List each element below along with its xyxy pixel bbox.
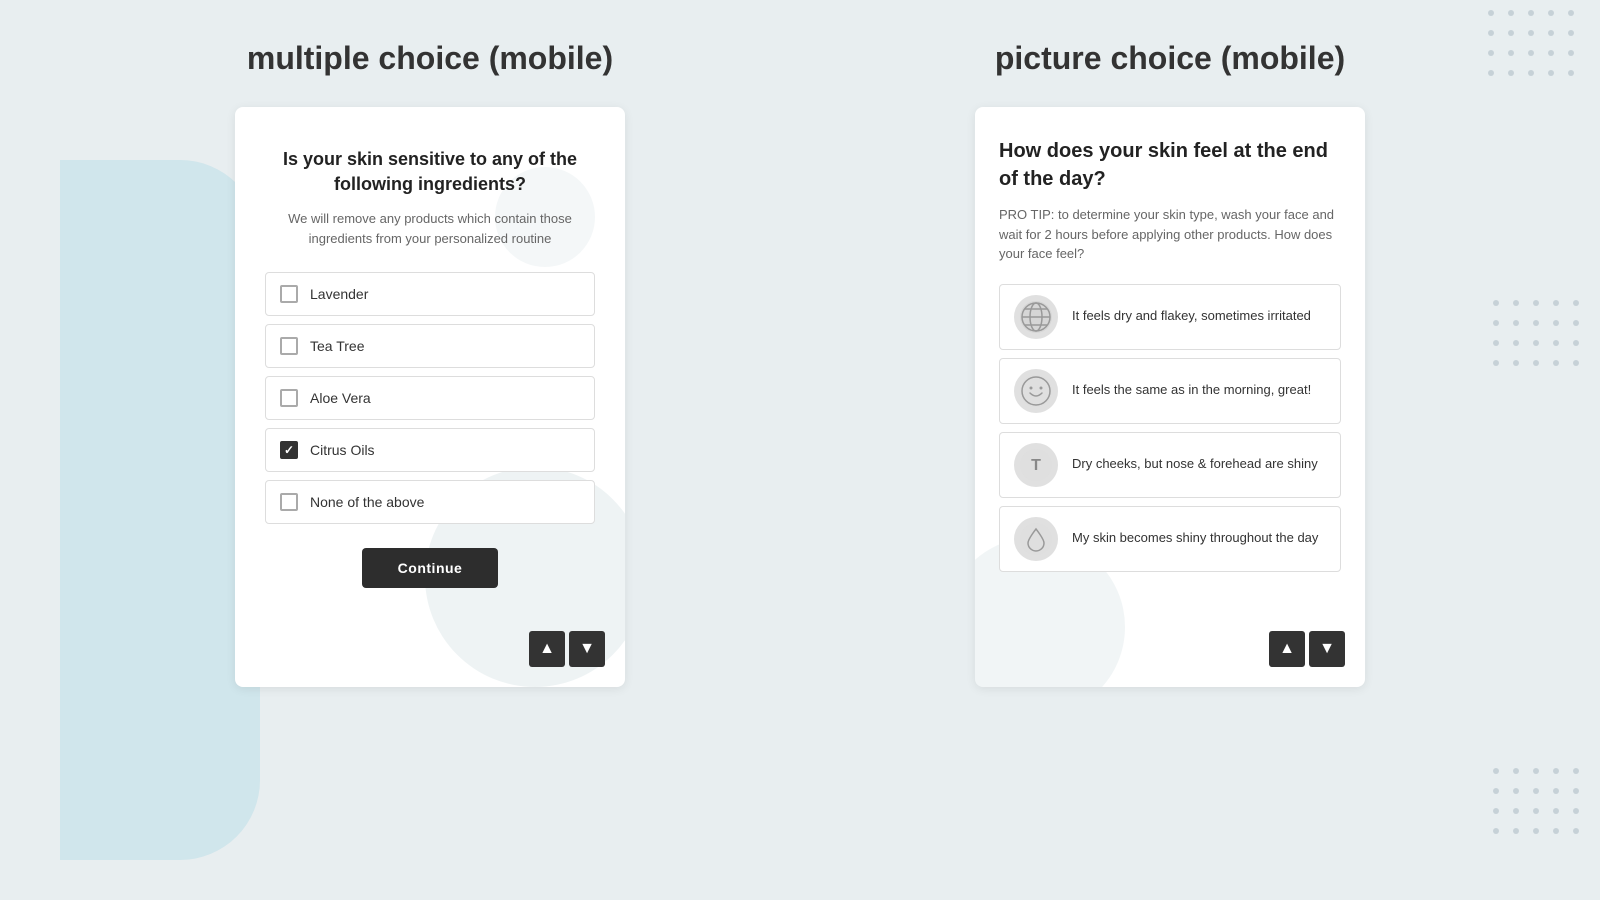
mc-option-citrus-oils[interactable]: Citrus Oils <box>265 428 595 472</box>
mc-checkbox-tea-tree <box>280 337 298 355</box>
mc-question-subtitle: We will remove any products which contai… <box>265 209 595 248</box>
left-panel: multiple choice (mobile) Is your skin se… <box>60 40 800 860</box>
mc-checkbox-none <box>280 493 298 511</box>
pc-label-dry-cheeks: Dry cheeks, but nose & forehead are shin… <box>1072 455 1318 473</box>
mc-nav-down[interactable]: ▼ <box>569 631 605 667</box>
pc-label-same-morning: It feels the same as in the morning, gre… <box>1072 381 1311 399</box>
pc-option-dry-flakey[interactable]: It feels dry and flakey, sometimes irrit… <box>999 284 1341 350</box>
pc-label-dry-flakey: It feels dry and flakey, sometimes irrit… <box>1072 307 1311 325</box>
pc-icon-dry-cheeks: T <box>1014 443 1058 487</box>
pc-nav-up[interactable]: ▲ <box>1269 631 1305 667</box>
pc-option-shiny-day[interactable]: My skin becomes shiny throughout the day <box>999 506 1341 572</box>
left-panel-title: multiple choice (mobile) <box>247 40 613 77</box>
pc-icon-same-morning <box>1014 369 1058 413</box>
mc-checkbox-aloe-vera <box>280 389 298 407</box>
multiple-choice-card: Is your skin sensitive to any of the fol… <box>235 107 625 687</box>
mc-label-none: None of the above <box>310 494 424 510</box>
pc-nav-buttons: ▲ ▼ <box>1269 631 1345 667</box>
mc-option-lavender[interactable]: Lavender <box>265 272 595 316</box>
mc-option-aloe-vera[interactable]: Aloe Vera <box>265 376 595 420</box>
pc-icon-dry-flakey <box>1014 295 1058 339</box>
mc-checkbox-citrus-oils <box>280 441 298 459</box>
mc-label-lavender: Lavender <box>310 286 368 302</box>
pc-nav-down[interactable]: ▼ <box>1309 631 1345 667</box>
pc-option-same-morning[interactable]: It feels the same as in the morning, gre… <box>999 358 1341 424</box>
pc-option-list: It feels dry and flakey, sometimes irrit… <box>999 284 1341 572</box>
pc-option-dry-cheeks[interactable]: T Dry cheeks, but nose & forehead are sh… <box>999 432 1341 498</box>
mc-nav-up[interactable]: ▲ <box>529 631 565 667</box>
mc-option-tea-tree[interactable]: Tea Tree <box>265 324 595 368</box>
right-panel-title: picture choice (mobile) <box>995 40 1345 77</box>
picture-choice-card: How does your skin feel at the end of th… <box>975 107 1365 687</box>
mc-label-citrus-oils: Citrus Oils <box>310 442 375 458</box>
pc-icon-shiny-day <box>1014 517 1058 561</box>
teal-bg-shape <box>60 160 260 860</box>
pc-question-title: How does your skin feel at the end of th… <box>999 137 1341 193</box>
mc-checkbox-lavender <box>280 285 298 303</box>
continue-button[interactable]: Continue <box>362 548 499 588</box>
right-panel: picture choice (mobile) How does your sk… <box>800 40 1540 860</box>
pc-question-subtitle: PRO TIP: to determine your skin type, wa… <box>999 205 1341 264</box>
mc-nav-buttons: ▲ ▼ <box>529 631 605 667</box>
mc-question-title: Is your skin sensitive to any of the fol… <box>265 147 595 197</box>
svg-text:T: T <box>1031 457 1041 474</box>
mc-label-tea-tree: Tea Tree <box>310 338 364 354</box>
mc-option-none[interactable]: None of the above <box>265 480 595 524</box>
mc-label-aloe-vera: Aloe Vera <box>310 390 371 406</box>
mc-option-list: Lavender Tea Tree Aloe Vera <box>265 272 595 524</box>
pc-label-shiny-day: My skin becomes shiny throughout the day <box>1072 529 1318 547</box>
